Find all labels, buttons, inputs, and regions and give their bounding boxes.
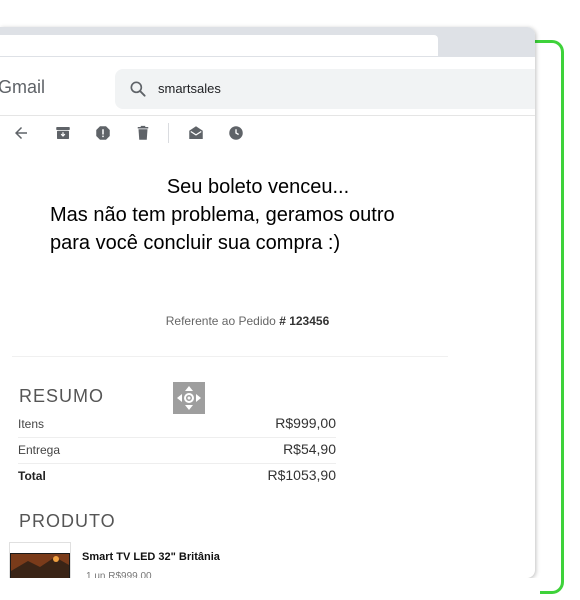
summary-value: R$54,90 — [283, 441, 336, 457]
summary-row-items: Itens R$999,00 — [18, 411, 336, 438]
email-headline: Seu boleto venceu... Mas não tem problem… — [12, 173, 472, 257]
product-name: Smart TV LED 32" Britânia — [82, 551, 220, 563]
product-image — [9, 542, 71, 580]
mark-unread-icon[interactable] — [187, 124, 205, 142]
gmail-header: Gmail smartsales — [0, 57, 535, 116]
headline-line-3: para você concluir sua compra :) — [50, 232, 341, 254]
move-handle-icon[interactable] — [173, 382, 205, 414]
search-bar[interactable]: smartsales — [115, 69, 535, 109]
headline-line-1: Seu boleto venceu... — [166, 176, 350, 198]
summary-row-total: Total R$1053,90 — [18, 463, 336, 489]
summary-row-shipping: Entrega R$54,90 — [18, 437, 336, 464]
browser-tab-bar — [0, 27, 535, 57]
browser-window: Gmail smartsales — [0, 27, 535, 578]
order-number: # 123456 — [279, 314, 330, 328]
report-spam-icon[interactable] — [94, 124, 112, 142]
product-title: PRODUTO — [19, 511, 116, 531]
email-toolbar — [0, 115, 535, 153]
order-reference: Referente ao Pedido # 123456 — [0, 314, 495, 328]
snooze-clock-icon[interactable] — [227, 124, 245, 142]
summary-label: Itens — [18, 417, 45, 431]
back-arrow-icon[interactable] — [12, 124, 30, 142]
gmail-logo[interactable]: Gmail — [0, 77, 45, 98]
summary-value: R$999,00 — [275, 415, 336, 431]
bottom-mask — [0, 578, 540, 600]
summary-label: Entrega — [18, 443, 61, 457]
summary-title: RESUMO — [19, 386, 105, 406]
summary-label: Total — [18, 469, 46, 483]
summary-value: R$1053,90 — [267, 467, 336, 483]
order-reference-label: Referente ao Pedido — [165, 314, 276, 328]
section-divider — [12, 356, 448, 357]
search-icon[interactable] — [128, 79, 148, 99]
browser-tab[interactable] — [0, 35, 438, 56]
toolbar-divider — [168, 123, 169, 143]
archive-icon[interactable] — [54, 124, 72, 142]
search-input[interactable]: smartsales — [158, 81, 221, 96]
headline-line-2: Mas não tem problema, geramos outro — [50, 204, 395, 226]
delete-icon[interactable] — [134, 124, 152, 142]
